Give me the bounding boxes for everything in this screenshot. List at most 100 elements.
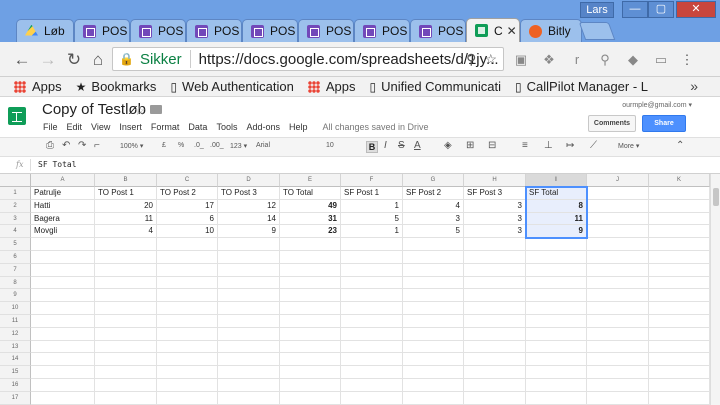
back-arrow-icon[interactable]: ← xyxy=(12,50,32,70)
cell[interactable] xyxy=(341,391,403,405)
cell[interactable] xyxy=(464,238,526,251)
cell[interactable] xyxy=(464,340,526,354)
cell[interactable] xyxy=(649,212,710,226)
cell[interactable]: 14 xyxy=(218,212,280,226)
bookmark-web-authentication[interactable]: ▯ Web Authentication xyxy=(170,79,293,94)
cell[interactable] xyxy=(587,199,649,213)
cell[interactable] xyxy=(464,315,526,328)
folder-icon[interactable] xyxy=(150,105,162,114)
cell[interactable] xyxy=(341,263,403,277)
extension-drop-icon[interactable]: ◆ xyxy=(624,51,642,69)
row-header[interactable]: 17 xyxy=(0,391,31,405)
cell[interactable]: 5 xyxy=(341,212,403,226)
tab-pos-1[interactable]: POS xyxy=(74,19,130,42)
url-text[interactable]: https://docs.google.com/spreadsheets/d/1… xyxy=(199,51,499,68)
cell[interactable] xyxy=(341,327,403,341)
cell[interactable] xyxy=(464,289,526,303)
cell[interactable] xyxy=(341,289,403,303)
cell[interactable] xyxy=(157,289,218,303)
cell[interactable] xyxy=(95,315,157,328)
home-icon[interactable]: ⌂ xyxy=(88,50,108,70)
cell[interactable] xyxy=(341,353,403,367)
cell[interactable]: 1 xyxy=(341,225,403,239)
cell[interactable] xyxy=(464,353,526,367)
italic-icon[interactable]: I xyxy=(384,140,387,151)
cell[interactable] xyxy=(526,263,587,277)
column-header[interactable]: I xyxy=(526,174,587,187)
cell[interactable] xyxy=(403,302,464,315)
menu-addons[interactable]: Add-ons xyxy=(246,122,280,132)
column-header[interactable]: G xyxy=(403,174,464,187)
cell[interactable] xyxy=(280,263,341,277)
cell[interactable] xyxy=(587,263,649,277)
cell[interactable] xyxy=(218,340,280,354)
cell[interactable] xyxy=(649,327,710,341)
cell[interactable] xyxy=(31,302,95,315)
spreadsheet-grid[interactable]: A B C D E F G H I J K 1 Patrulje TO Post 1 TO Post 2 TO… xyxy=(0,174,710,405)
bookmarks-overflow-button[interactable]: » xyxy=(690,78,698,94)
chrome-menu-icon[interactable]: ⋮ xyxy=(678,51,696,69)
cell[interactable] xyxy=(526,315,587,328)
cell[interactable] xyxy=(31,379,95,392)
cell[interactable] xyxy=(649,366,710,379)
cell[interactable]: 3 xyxy=(464,212,526,226)
row-header[interactable]: 4 xyxy=(0,225,31,239)
cell[interactable]: TO Post 1 xyxy=(95,187,157,200)
cell[interactable] xyxy=(218,366,280,379)
menu-data[interactable]: Data xyxy=(188,122,207,132)
cell[interactable] xyxy=(95,276,157,290)
row-header[interactable]: 5 xyxy=(0,238,31,251)
extension-icon[interactable]: ▣ xyxy=(512,51,530,69)
bookmark-apps[interactable]: Apps xyxy=(14,79,62,94)
cell[interactable]: 11 xyxy=(526,212,587,226)
row-header[interactable]: 8 xyxy=(0,276,31,290)
cell[interactable]: TO Post 3 xyxy=(218,187,280,200)
cell[interactable] xyxy=(218,379,280,392)
zoom-select[interactable]: 100% ▾ xyxy=(120,142,143,150)
cell[interactable] xyxy=(649,276,710,290)
cell[interactable] xyxy=(464,327,526,341)
cell[interactable]: 20 xyxy=(95,199,157,213)
cell[interactable] xyxy=(280,302,341,315)
vertical-align-icon[interactable]: ⊥ xyxy=(544,140,553,151)
row-header[interactable]: 1 xyxy=(0,187,31,200)
cell[interactable] xyxy=(649,289,710,303)
cell[interactable]: 49 xyxy=(280,199,341,213)
cell[interactable] xyxy=(157,340,218,354)
column-header[interactable]: B xyxy=(95,174,157,187)
cell[interactable]: SF Total xyxy=(526,187,587,200)
cell[interactable] xyxy=(587,327,649,341)
menu-view[interactable]: View xyxy=(91,122,110,132)
account-email[interactable]: ourmple@gmail.com ▾ xyxy=(622,101,692,109)
formula-input[interactable]: SF Total xyxy=(38,160,77,169)
cell[interactable] xyxy=(649,379,710,392)
cell[interactable]: 3 xyxy=(464,199,526,213)
tab-pos-3[interactable]: POS xyxy=(186,19,242,42)
cell[interactable] xyxy=(587,366,649,379)
cell[interactable]: SF Post 1 xyxy=(341,187,403,200)
row-header[interactable]: 16 xyxy=(0,379,31,392)
cell[interactable] xyxy=(403,340,464,354)
cell[interactable] xyxy=(649,238,710,251)
cell[interactable] xyxy=(280,238,341,251)
cell[interactable] xyxy=(649,340,710,354)
cell[interactable] xyxy=(31,391,95,405)
cell[interactable]: 4 xyxy=(95,225,157,239)
cell[interactable] xyxy=(649,263,710,277)
cell[interactable] xyxy=(31,366,95,379)
font-size-select[interactable]: 10 xyxy=(326,142,334,149)
cell[interactable] xyxy=(403,251,464,264)
cell[interactable] xyxy=(95,366,157,379)
cell[interactable]: 4 xyxy=(403,199,464,213)
cell[interactable] xyxy=(218,238,280,251)
cell[interactable] xyxy=(587,238,649,251)
cell[interactable] xyxy=(95,353,157,367)
cell[interactable] xyxy=(587,353,649,367)
text-rotation-icon[interactable]: ⟋ xyxy=(590,140,597,151)
bold-button[interactable]: B xyxy=(366,141,378,153)
cell[interactable] xyxy=(341,366,403,379)
strikethrough-icon[interactable]: S xyxy=(398,140,405,151)
cell[interactable] xyxy=(341,340,403,354)
menu-edit[interactable]: Edit xyxy=(67,122,83,132)
text-wrap-icon[interactable]: ↦ xyxy=(566,140,574,151)
